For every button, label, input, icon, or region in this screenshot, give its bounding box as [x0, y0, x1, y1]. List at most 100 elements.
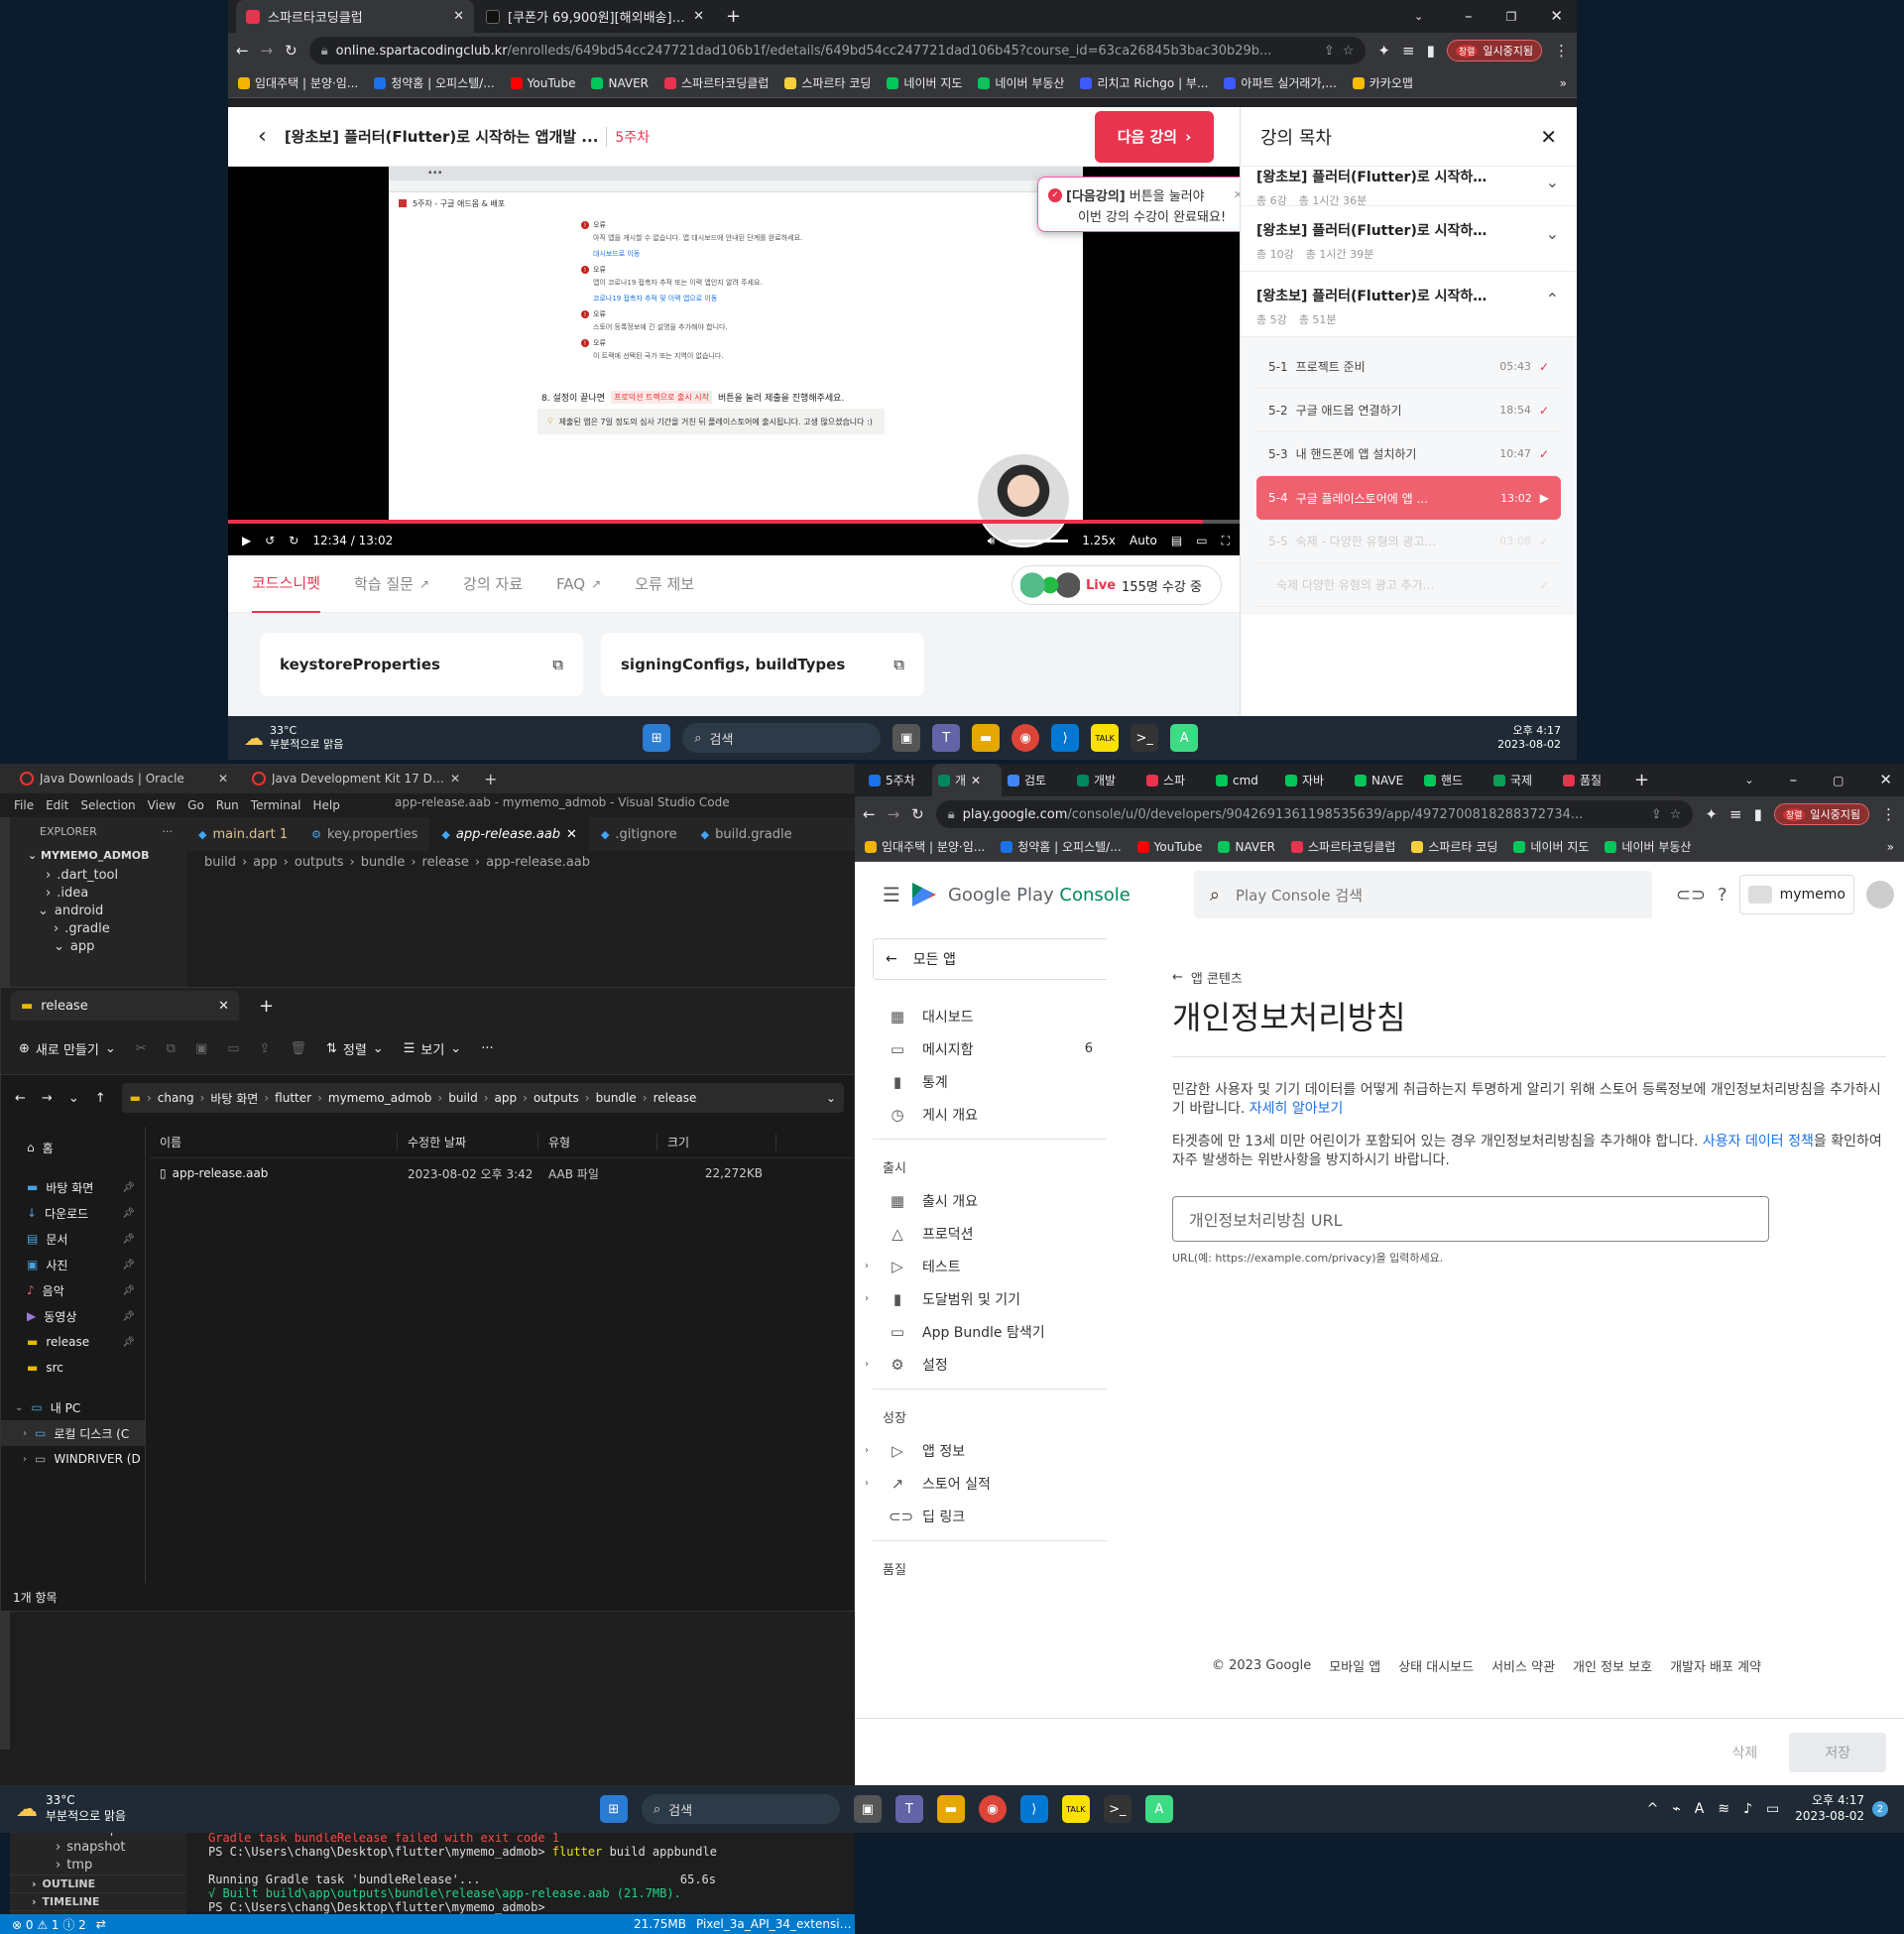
menu-kebab-icon[interactable]: ⋮	[1881, 806, 1896, 822]
tree-folder[interactable]: ⌄ app	[10, 938, 186, 956]
column-header[interactable]: 이름	[150, 1134, 398, 1150]
copy-icon[interactable]: ⧉	[167, 1041, 176, 1056]
new-tab-icon[interactable]: +	[726, 7, 741, 26]
tab-search-icon[interactable]: ⌄	[1414, 11, 1423, 22]
notification-badge[interactable]: 2	[1871, 1801, 1888, 1817]
nav-item[interactable]: ⌂ 홈	[1, 1135, 145, 1160]
android-studio-icon[interactable]: A	[1144, 1795, 1173, 1823]
app-selector[interactable]: mymemo	[1738, 875, 1854, 914]
chevron-up-icon[interactable]: ⌃	[1546, 290, 1559, 308]
video-progress[interactable]	[228, 520, 1240, 524]
copy-icon[interactable]: ⧉	[552, 656, 563, 673]
close-icon[interactable]: ✕	[1540, 125, 1557, 149]
bookmark-item[interactable]: 네이버 부동산	[978, 74, 1064, 91]
bookmark-item[interactable]: YouTube	[1136, 840, 1202, 854]
window-close-icon[interactable]: ✕	[1879, 773, 1892, 787]
file-row[interactable]: ▯ app-release.aab 2023-08-02 오후 3:42 AAB 파일…	[150, 1158, 854, 1188]
lesson-item[interactable]: 5-2 구글 애드몹 연결하기 18:54 ✓	[1256, 389, 1561, 432]
new-button[interactable]: ⊕ 새로 만들기 ⌄	[19, 1039, 116, 1058]
new-tab-icon[interactable]: +	[1634, 771, 1649, 789]
tab-coupon[interactable]: [쿠폰가 69,900원][해외배송]꿈데 ✕	[476, 0, 714, 33]
vscode-icon[interactable]: ⟩	[1051, 724, 1080, 752]
all-apps-button[interactable]: ← 모든 앱	[873, 938, 1107, 980]
close-icon[interactable]: ✕	[971, 774, 981, 787]
volume-icon[interactable]: 🔊︎	[988, 534, 996, 548]
nav-item[interactable]: › ▷ 앱 정보	[855, 1434, 1107, 1467]
chrome-icon[interactable]: ◉	[978, 1795, 1007, 1823]
menu-item[interactable]: Edit	[46, 798, 68, 812]
nav-item[interactable]: ▦ 대시보드	[855, 1000, 1107, 1032]
extensions-icon[interactable]: ✦	[1377, 43, 1390, 59]
bookmark-item[interactable]: NAVER	[1218, 840, 1275, 854]
back-icon[interactable]: ←	[236, 43, 249, 59]
kakaotalk-icon[interactable]: TALK	[1091, 724, 1120, 752]
tree-folder[interactable]: › snapshot	[56, 1839, 186, 1857]
back-chevron-icon[interactable]: ‹	[258, 124, 267, 149]
path-segment[interactable]: build	[448, 1091, 478, 1105]
bookmark-item[interactable]: NAVER	[591, 76, 649, 90]
toc-section[interactable]: [왕초보] 플러터(Flutter)로 시작하는 ... 총 5강 총 51분 ⌃	[1241, 272, 1577, 337]
close-icon[interactable]: ✕	[693, 9, 704, 24]
toc-section[interactable]: [왕초보] 플러터(Flutter)로 시작하는 ... 총 6강 총 1시간 36…	[1241, 167, 1577, 207]
nav-item[interactable]: › ↗ 스토어 실적	[855, 1467, 1107, 1500]
more-bookmarks-icon[interactable]: »	[1887, 840, 1894, 854]
nav-item[interactable]: ♪ 음악 📌︎	[1, 1277, 145, 1303]
chevron-down-icon[interactable]: ⌄	[826, 1091, 836, 1105]
tree-folder[interactable]: › .dart_tool	[10, 867, 186, 885]
reload-icon[interactable]: ↻	[285, 43, 298, 59]
link-icon[interactable]: ⊂⊃	[1676, 885, 1706, 906]
browser-tab[interactable]: 국제	[1488, 764, 1557, 796]
bookmark-item[interactable]: 네이버 부동산	[1605, 838, 1691, 855]
column-header[interactable]: 크기	[657, 1134, 776, 1150]
editor-tab[interactable]: ⚙ key.properties	[299, 817, 429, 851]
terminal-icon[interactable]: >_	[1103, 1795, 1131, 1823]
breadcrumb-item[interactable]: build	[204, 855, 236, 870]
rename-icon[interactable]: ▭	[227, 1041, 239, 1056]
browser-tab[interactable]: 스파	[1140, 764, 1210, 796]
bookmark-item[interactable]: 리치고 Richgo | 부...	[1080, 74, 1208, 91]
paste-icon[interactable]: ▣	[195, 1041, 207, 1056]
java-tab-2[interactable]: Java Development Kit 17 Docum ✕	[242, 772, 470, 786]
menu-item[interactable]: Help	[313, 798, 340, 812]
user-data-policy-link[interactable]: 사용자 데이터 정책	[1703, 1134, 1814, 1149]
bookmark-item[interactable]: 청약홈 | 오피스텔/...	[374, 74, 495, 91]
panel-header[interactable]: › TIMELINE	[10, 1892, 186, 1910]
footer-link[interactable]: 개인 정보 보호	[1573, 1656, 1652, 1675]
menu-item[interactable]: File	[14, 798, 34, 812]
more-icon[interactable]: ···	[163, 825, 174, 838]
volume-slider[interactable]	[1009, 539, 1069, 543]
taskbar-search[interactable]: ⌕ 검색	[641, 1794, 840, 1824]
start-icon[interactable]: ⊞	[643, 724, 671, 752]
path-segment[interactable]: 바탕 화면	[210, 1090, 258, 1107]
browser-tab[interactable]: 개발	[1071, 764, 1140, 796]
menu-item[interactable]: View	[148, 798, 176, 812]
path-segment[interactable]: release	[654, 1091, 697, 1105]
battery-icon[interactable]: ▭	[1766, 1801, 1779, 1817]
play-icon[interactable]: ▶	[242, 534, 251, 547]
live-share-icon[interactable]: ⇄	[96, 1917, 106, 1931]
editor-tab[interactable]: ◆ .gitignore	[589, 817, 689, 851]
sidepanel-icon[interactable]: ▮	[1754, 806, 1762, 822]
share-icon[interactable]: ⇪	[1324, 44, 1335, 59]
path-bar[interactable]: ▬ › chang › 바탕 화면 › flutter › mymemo_admob › build…	[121, 1083, 844, 1113]
start-icon[interactable]: ⊞	[599, 1795, 628, 1823]
terminal-icon[interactable]: >_	[1130, 724, 1159, 752]
media-icon[interactable]: ≡	[1402, 43, 1415, 59]
star-icon[interactable]: ☆	[1670, 807, 1682, 822]
folder-icon[interactable]: ▬	[936, 1795, 965, 1823]
path-segment[interactable]: app	[495, 1091, 518, 1105]
lesson-item[interactable]: 5-5 숙제 - 다양한 유형의 광고... 03:08 ✓	[1256, 520, 1561, 563]
back-icon[interactable]: ←	[15, 1091, 26, 1106]
window-close-icon[interactable]: ✕	[1550, 9, 1563, 24]
course-tab[interactable]: 코드스니펫	[252, 555, 321, 613]
cut-icon[interactable]: ✂	[136, 1041, 147, 1056]
path-segment[interactable]: mymemo_admob	[328, 1091, 432, 1105]
browser-tab[interactable]: 자바	[1279, 764, 1349, 796]
close-icon[interactable]: ✕	[218, 999, 229, 1014]
breadcrumb-item[interactable]: bundle	[361, 855, 406, 870]
nav-item[interactable]: ◷ 게시 개요	[855, 1098, 1107, 1131]
course-tab[interactable]: 학습 질문 ↗	[354, 555, 429, 613]
nav-item[interactable]: › ▭ 로컬 디스크 (C	[1, 1420, 145, 1446]
volume-icon[interactable]: ♪	[1743, 1801, 1752, 1817]
footer-link[interactable]: 개발자 배포 계약	[1670, 1656, 1761, 1675]
